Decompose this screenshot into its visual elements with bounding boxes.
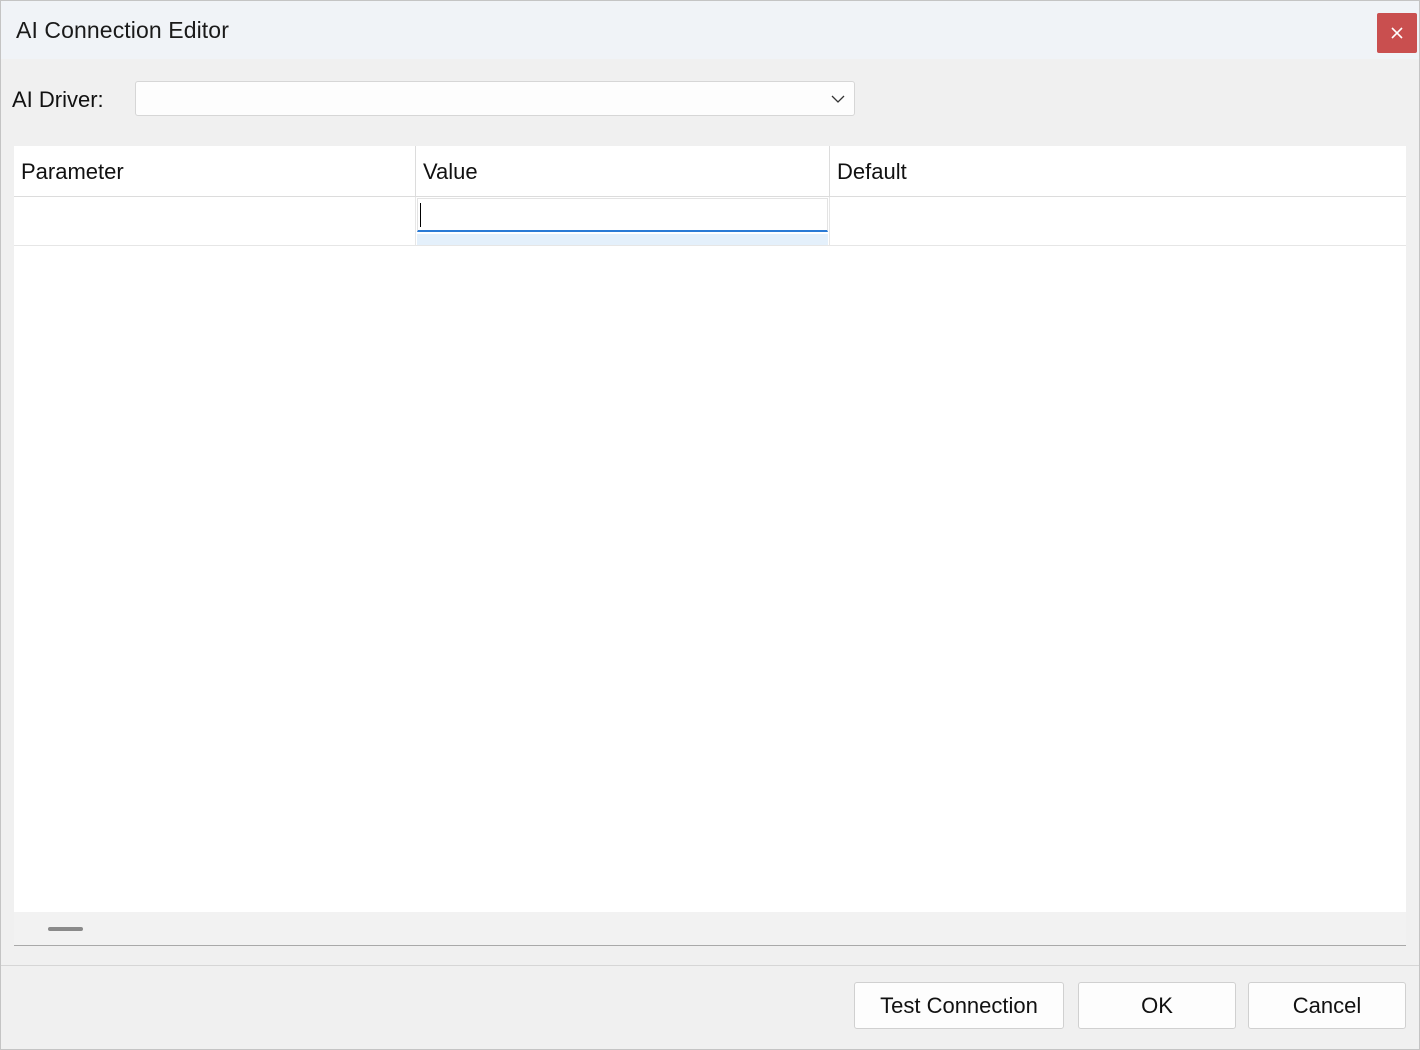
scrollbar-thumb[interactable] xyxy=(48,927,83,931)
test-connection-button[interactable]: Test Connection xyxy=(854,982,1064,1029)
ai-driver-label: AI Driver: xyxy=(12,87,104,112)
value-cell-highlight xyxy=(417,234,828,245)
column-header-value[interactable]: Value xyxy=(416,146,829,196)
default-cell[interactable] xyxy=(830,197,1406,246)
table-row xyxy=(14,197,1406,246)
column-header-parameter[interactable]: Parameter xyxy=(14,146,415,196)
chevron-down-icon xyxy=(831,95,845,103)
cancel-button[interactable]: Cancel xyxy=(1248,982,1406,1029)
ok-button[interactable]: OK xyxy=(1078,982,1236,1029)
parameter-cell[interactable] xyxy=(14,197,415,246)
dialog-title: AI Connection Editor xyxy=(16,17,229,43)
parameter-grid: Parameter Value Default xyxy=(14,146,1406,946)
connection-editor-dialog: AI Connection Editor AI Driver: Paramete… xyxy=(0,0,1420,1050)
title-bar: AI Connection Editor xyxy=(1,1,1419,59)
grid-header: Parameter Value Default xyxy=(14,146,1406,197)
cell-divider xyxy=(415,197,416,246)
close-icon xyxy=(1391,27,1403,39)
column-header-default[interactable]: Default xyxy=(830,146,1406,196)
close-button[interactable] xyxy=(1377,13,1417,53)
horizontal-scrollbar[interactable] xyxy=(14,912,1406,945)
text-caret xyxy=(420,203,421,227)
footer-divider xyxy=(1,965,1419,966)
ai-driver-select[interactable] xyxy=(135,81,855,116)
value-cell-editor[interactable] xyxy=(417,198,828,232)
